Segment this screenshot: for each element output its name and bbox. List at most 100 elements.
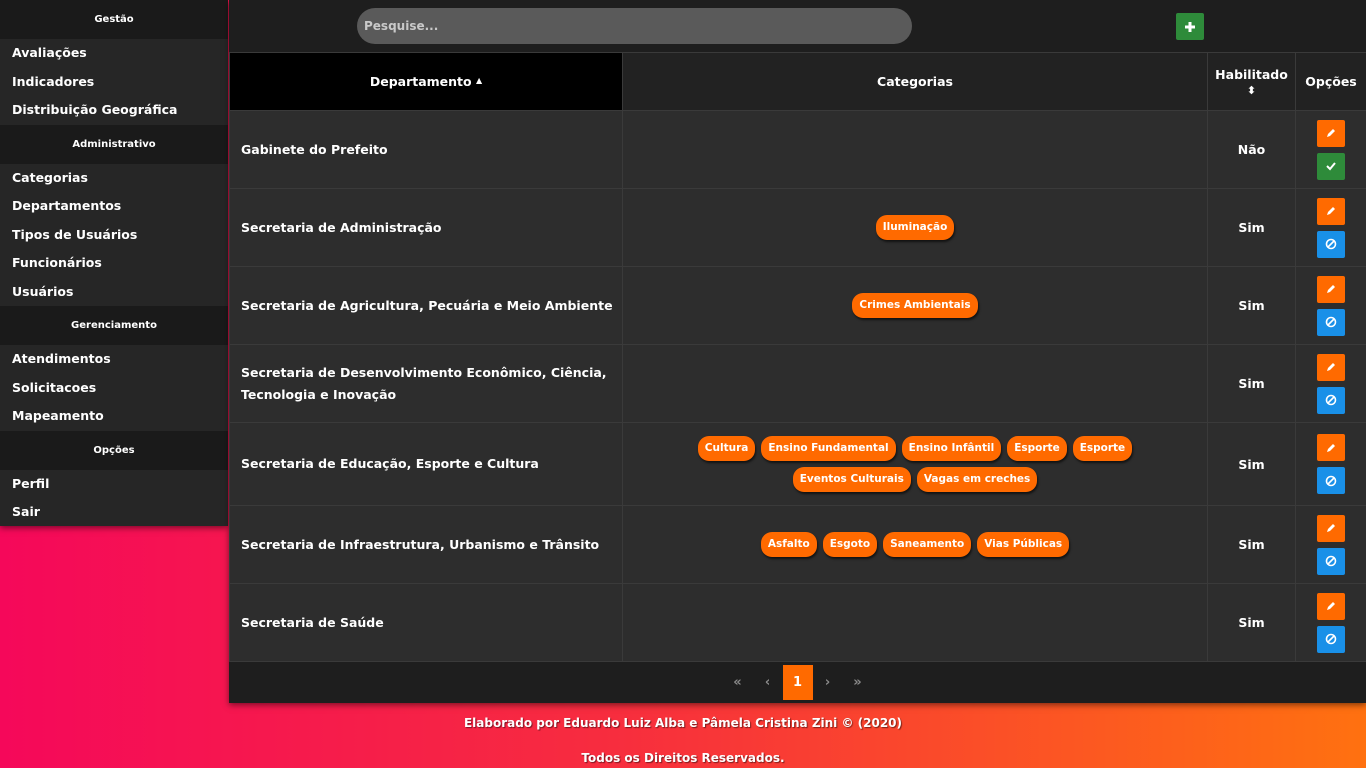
column-header-habilitado[interactable]: Habilitado ⬍: [1207, 52, 1296, 111]
category-tag: Cultura: [697, 436, 756, 461]
departments-table: Departamento ▲ Categorias Habilitado ⬍ O…: [229, 52, 1366, 662]
next-page-button[interactable]: ›: [813, 665, 843, 700]
category-tag: Esporte: [1007, 436, 1067, 461]
sidebar-item-funcionarios[interactable]: Funcionários: [0, 249, 228, 278]
department-name: Secretaria de Desenvolvimento Econômico,…: [229, 344, 623, 423]
disable-button[interactable]: [1317, 386, 1345, 414]
category-tag: Vias Públicas: [977, 532, 1070, 557]
ban-icon: [1325, 555, 1337, 567]
options-cell: [1295, 188, 1366, 267]
pencil-icon: [1325, 522, 1337, 534]
sidebar-section-opcoes: Opções: [0, 430, 228, 470]
sidebar: Gestão Avaliações Indicadores Distribuiç…: [0, 0, 228, 526]
table-row: Gabinete do Prefeito Não: [229, 110, 1366, 189]
plus-icon: [1185, 21, 1195, 32]
categories-cell: Iluminação: [622, 188, 1208, 267]
pencil-icon: [1325, 283, 1337, 295]
edit-button[interactable]: [1317, 119, 1345, 147]
ban-icon: [1325, 316, 1337, 328]
sort-icon: ⬍: [1246, 83, 1257, 97]
sidebar-item-distribuicao-geografica[interactable]: Distribuição Geográfica: [0, 96, 228, 125]
footer-rights: Todos os Direitos Reservados.: [581, 751, 785, 765]
department-name: Gabinete do Prefeito: [229, 110, 623, 189]
department-name: Secretaria de Agricultura, Pecuária e Me…: [229, 266, 623, 345]
sidebar-item-usuarios[interactable]: Usuários: [0, 278, 228, 307]
categories-cell: [622, 110, 1208, 189]
table-row: Secretaria de Educação, Esporte e Cultur…: [229, 422, 1366, 506]
sidebar-item-categorias[interactable]: Categorias: [0, 164, 228, 193]
edit-button[interactable]: [1317, 434, 1345, 461]
column-header-label: Habilitado: [1215, 66, 1288, 82]
department-name: Secretaria de Saúde: [229, 583, 623, 662]
department-name: Secretaria de Administração: [229, 188, 623, 267]
column-header-categorias: Categorias: [622, 52, 1208, 111]
ban-icon: [1325, 238, 1337, 250]
table-row: Secretaria de Agricultura, Pecuária e Me…: [229, 266, 1366, 345]
category-tag: Saneamento: [883, 532, 972, 557]
sidebar-item-avaliacoes[interactable]: Avaliações: [0, 39, 228, 68]
edit-button[interactable]: [1317, 197, 1345, 225]
sidebar-item-mapeamento[interactable]: Mapeamento: [0, 402, 228, 431]
check-icon: [1325, 160, 1337, 172]
category-tag: Asfalto: [760, 532, 817, 557]
sidebar-item-atendimentos[interactable]: Atendimentos: [0, 345, 228, 374]
column-header-departamento[interactable]: Departamento ▲: [229, 52, 623, 111]
edit-button[interactable]: [1317, 514, 1345, 542]
options-cell: [1295, 505, 1366, 584]
sidebar-item-sair[interactable]: Sair: [0, 498, 228, 527]
table-row: Secretaria de Administração Iluminação Sim: [229, 188, 1366, 267]
options-cell: [1295, 344, 1366, 423]
sidebar-section-gerenciamento: Gerenciamento: [0, 306, 228, 345]
pencil-icon: [1325, 361, 1337, 373]
enabled-status: Sim: [1207, 422, 1296, 506]
disable-button[interactable]: [1317, 625, 1345, 653]
ban-icon: [1325, 394, 1337, 406]
current-page-button[interactable]: 1: [782, 665, 813, 700]
footer-credits: Elaborado por Eduardo Luiz Alba e Pâmela…: [463, 716, 903, 730]
options-cell: [1295, 583, 1366, 662]
pencil-icon: [1325, 127, 1337, 139]
category-tag: Vagas em creches: [916, 467, 1038, 492]
categories-cell: [622, 344, 1208, 423]
sidebar-item-solicitacoes[interactable]: Solicitacoes: [0, 374, 228, 403]
table-row: Secretaria de Saúde Sim: [229, 583, 1366, 662]
enable-button[interactable]: [1317, 152, 1345, 180]
options-cell: [1295, 110, 1366, 189]
add-department-button[interactable]: [1176, 13, 1204, 40]
edit-button[interactable]: [1317, 592, 1345, 620]
disable-button[interactable]: [1317, 547, 1345, 575]
enabled-status: Sim: [1207, 505, 1296, 584]
ban-icon: [1325, 475, 1337, 487]
sort-asc-icon: ▲: [475, 76, 483, 85]
table-row: Secretaria de Infraestrutura, Urbanismo …: [229, 505, 1366, 584]
categories-cell: Cultura Ensino Fundamental Ensino Infântil…: [622, 422, 1208, 506]
sidebar-section-administrativo: Administrativo: [0, 124, 228, 164]
category-tag: Eventos Culturais: [792, 467, 911, 492]
sidebar-item-indicadores[interactable]: Indicadores: [0, 68, 228, 97]
first-page-button[interactable]: «: [723, 665, 753, 700]
category-tag: Esporte: [1072, 436, 1133, 461]
disable-button[interactable]: [1317, 308, 1345, 336]
last-page-button[interactable]: »: [843, 665, 873, 700]
pencil-icon: [1325, 600, 1337, 612]
options-cell: [1295, 266, 1366, 345]
enabled-status: Sim: [1207, 344, 1296, 423]
options-cell: [1295, 422, 1366, 506]
sidebar-item-departamentos[interactable]: Departamentos: [0, 192, 228, 221]
enabled-status: Sim: [1207, 188, 1296, 267]
enabled-status: Sim: [1207, 583, 1296, 662]
pagination: « ‹ 1 › »: [229, 662, 1366, 703]
ban-icon: [1325, 633, 1337, 645]
category-tag: Ensino Fundamental: [761, 436, 896, 461]
sidebar-item-tipos-de-usuarios[interactable]: Tipos de Usuários: [0, 221, 228, 250]
categories-cell: Crimes Ambientais: [622, 266, 1208, 345]
edit-button[interactable]: [1317, 275, 1345, 303]
search-input[interactable]: [357, 8, 912, 44]
disable-button[interactable]: [1317, 230, 1345, 258]
edit-button[interactable]: [1317, 353, 1345, 381]
disable-button[interactable]: [1317, 467, 1345, 494]
category-tag: Iluminação: [875, 215, 955, 240]
sidebar-item-perfil[interactable]: Perfil: [0, 470, 228, 499]
pencil-icon: [1325, 442, 1337, 454]
prev-page-button[interactable]: ‹: [753, 665, 783, 700]
